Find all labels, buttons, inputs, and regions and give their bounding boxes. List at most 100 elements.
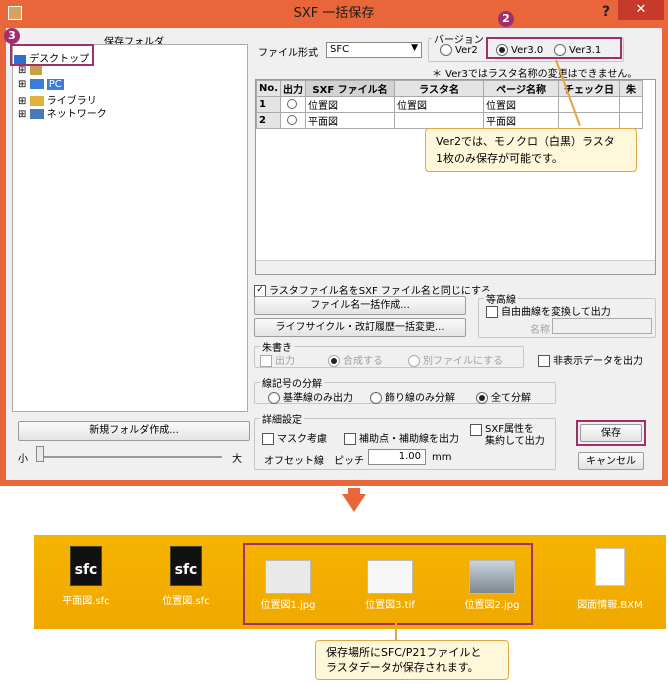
zoom-small-label: 小	[18, 454, 28, 465]
document-icon	[595, 548, 625, 586]
free-curve-checkbox[interactable]: 自由曲線を変換して出力	[486, 303, 611, 318]
sfc-file-icon: sfc	[170, 546, 202, 586]
free-curve-label: 自由曲線を変換して出力	[501, 307, 611, 318]
row-no: 2	[256, 112, 282, 129]
zoom-large-label: 大	[232, 454, 242, 465]
contour-name-input[interactable]	[552, 318, 652, 334]
linetype-base-label: 基準線のみ出力	[283, 393, 353, 404]
checkbox-icon	[538, 355, 550, 367]
checkbox-icon	[260, 355, 272, 367]
table-row[interactable]: 2 平面図 平面図	[256, 112, 644, 129]
page-name-cell[interactable]: 平面図	[483, 112, 560, 129]
checkbox-icon	[344, 433, 356, 445]
image-thumbnail-icon	[265, 560, 311, 594]
file-name: 図面情報.BXM	[577, 600, 643, 611]
version-ver31-radio[interactable]: Ver3.1	[554, 44, 601, 56]
callout-saved-line1: 保存場所にSFC/P21ファイルと	[326, 646, 482, 659]
redline-output-checkbox[interactable]: 出力	[260, 352, 295, 367]
tree-item-network[interactable]: ⊞ ネットワーク	[18, 105, 107, 120]
zoom-slider-thumb[interactable]	[36, 446, 44, 462]
sxf-attr-label-1: SXF属性を	[485, 424, 534, 435]
col-header-sxf-name: SXF ファイル名	[305, 80, 396, 97]
redline-merge-label: 合成する	[343, 356, 383, 367]
redline-separate-radio[interactable]: 別ファイルにする	[408, 352, 503, 367]
lifecycle-button[interactable]: ライフサイクル・改訂履歴一括変更...	[254, 318, 466, 337]
callout-ver2-note: Ver2では、モノクロ（白黒）ラスタ 1枚のみ保存が可能です。	[425, 128, 637, 172]
file-item[interactable]: sfc 平面図.sfc	[46, 546, 126, 607]
linetype-all-radio[interactable]: 全て分解	[476, 389, 531, 404]
file-name: 位置図1.jpg	[260, 600, 316, 611]
file-item[interactable]: 位置図1.jpg	[248, 556, 328, 611]
pitch-unit: mm	[432, 452, 452, 463]
network-icon	[29, 109, 44, 119]
callout-ver2-line1: Ver2では、モノクロ（白黒）ラスタ	[436, 135, 615, 148]
version-ver31-label: Ver3.1	[569, 45, 602, 56]
callout-ver2-line2: 1枚のみ保存が可能です。	[436, 152, 563, 165]
sxf-attr-label-2: 集約して出力	[485, 436, 545, 447]
callout-saved-note: 保存場所にSFC/P21ファイルと ラスタデータが保存されます。	[315, 640, 509, 680]
callout-saved-line2: ラスタデータが保存されます。	[326, 661, 479, 674]
radio-icon	[286, 99, 297, 109]
linetype-decor-radio[interactable]: 飾り線のみ分解	[370, 389, 455, 404]
tree-item-pc-label: PC	[46, 79, 64, 90]
table-row[interactable]: 1 位置図 位置図 位置図	[256, 96, 644, 113]
radio-icon	[408, 355, 420, 367]
sxf-name-cell[interactable]: 位置図	[305, 96, 396, 113]
zoom-slider-track[interactable]	[36, 456, 222, 458]
bulk-name-button[interactable]: ファイル名一括作成...	[254, 296, 466, 315]
tree-item-desktop-label: デスクトップ	[29, 54, 90, 65]
checkbox-icon	[262, 433, 274, 445]
aux-lines-checkbox[interactable]: 補助点・補助線を出力	[344, 430, 459, 445]
red-cell	[619, 112, 644, 129]
hidden-data-checkbox[interactable]: 非表示データを出力	[538, 352, 643, 367]
user-folder-icon	[29, 65, 42, 75]
col-header-raster: ラスタ名	[394, 80, 485, 97]
raster-name-cell[interactable]	[394, 112, 485, 129]
version-ver2-radio[interactable]: Ver2	[440, 44, 478, 56]
radio-selected-icon	[496, 44, 508, 56]
radio-icon	[370, 392, 382, 404]
radio-selected-icon	[476, 392, 488, 404]
new-folder-button[interactable]: 新規フォルダ作成...	[18, 421, 250, 441]
radio-icon	[440, 44, 452, 56]
page-name-cell[interactable]: 位置図	[483, 96, 560, 113]
same-name-checkbox[interactable]: ✓ ラスタファイル名をSXF ファイル名と同じにする	[254, 282, 491, 297]
close-button[interactable]: ✕	[618, 0, 664, 20]
sfc-file-icon: sfc	[70, 546, 102, 586]
pitch-input[interactable]: 1.00	[368, 449, 426, 465]
radio-icon	[268, 392, 280, 404]
raster-name-cell[interactable]: 位置図	[394, 96, 485, 113]
tree-item-user[interactable]: ⊞	[18, 65, 42, 76]
output-radio[interactable]	[280, 96, 307, 113]
cancel-button[interactable]: キャンセル	[578, 452, 644, 470]
linetype-base-radio[interactable]: 基準線のみ出力	[268, 389, 353, 404]
sxf-name-cell[interactable]: 平面図	[305, 112, 396, 129]
save-button[interactable]: 保存	[580, 424, 642, 442]
checkbox-icon	[486, 306, 498, 318]
red-cell	[619, 96, 644, 113]
detail-group-title: 詳細設定	[260, 411, 304, 426]
version-ver30-radio[interactable]: Ver3.0	[496, 44, 543, 56]
expand-icon[interactable]: ⊞	[18, 109, 26, 120]
table-hscrollbar[interactable]	[256, 260, 655, 274]
tree-item-pc[interactable]: ⊞ PC	[18, 79, 64, 90]
pc-icon	[29, 79, 44, 89]
file-table[interactable]: No. 出力 SXF ファイル名 ラスタ名 ページ名称 チェック日 朱 1 位置…	[255, 79, 656, 275]
file-item[interactable]: 位置図2.jpg	[452, 556, 532, 611]
output-radio[interactable]	[280, 112, 307, 129]
redline-merge-radio[interactable]: 合成する	[328, 352, 383, 367]
help-button[interactable]: ?	[596, 2, 616, 22]
hidden-data-label: 非表示データを出力	[553, 356, 643, 367]
file-item[interactable]: sfc 位置図.sfc	[146, 546, 226, 607]
tree-item-desktop[interactable]: デスクトップ	[14, 50, 89, 65]
format-select[interactable]: SFC ▼	[326, 42, 422, 58]
sxf-attr-checkbox[interactable]: SXF属性を 集約して出力	[470, 424, 545, 448]
image-thumbnail-icon	[367, 560, 413, 594]
file-item[interactable]: 位置図3.tif	[350, 556, 430, 611]
file-item[interactable]: 図面情報.BXM	[570, 548, 650, 611]
linetype-group-title: 線記号の分解	[260, 375, 324, 390]
file-name: 位置図.sfc	[162, 596, 210, 607]
expand-icon[interactable]: ⊞	[18, 79, 26, 90]
mask-checkbox[interactable]: マスク考慮	[262, 430, 327, 445]
expand-icon[interactable]: ⊞	[18, 65, 26, 76]
